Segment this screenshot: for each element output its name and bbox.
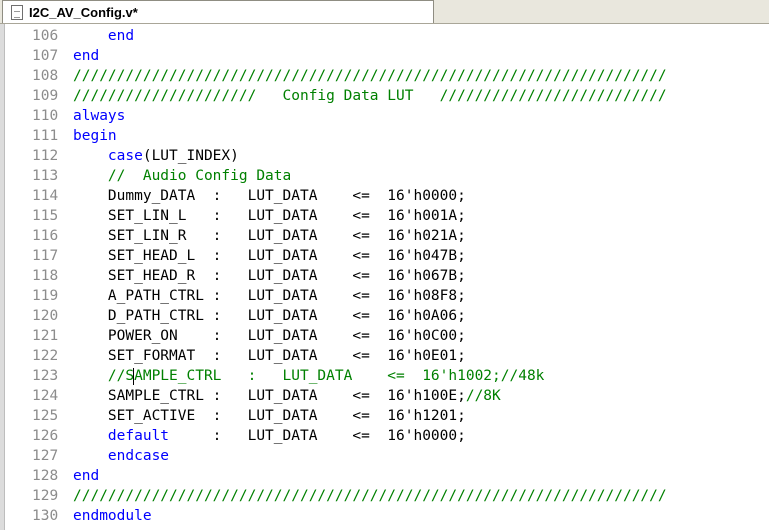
code-text: end xyxy=(73,468,100,484)
line-number: 123 xyxy=(32,368,59,384)
code-editor[interactable]: 106 end 107 end 108 ////////////////////////… xyxy=(0,24,769,530)
code-text: SET_HEAD_R : LUT_DATA <= 16'h067B; xyxy=(73,268,466,284)
code-text: D_PATH_CTRL : LUT_DATA <= 16'h0A06; xyxy=(73,308,466,324)
code-text-rest: : LUT_DATA <= 16'h0000; xyxy=(169,428,466,444)
code-text: // Audio Config Data xyxy=(73,168,292,184)
line-code: end xyxy=(73,46,99,66)
code-text: begin xyxy=(73,128,117,144)
code-text: SET_HEAD_L : LUT_DATA <= 16'h047B; xyxy=(73,248,466,264)
line-code: end xyxy=(73,466,99,486)
line-number: 109 xyxy=(32,88,59,104)
line-code: //SAMPLE_CTRL : LUT_DATA <= 16'h1002;//4… xyxy=(73,366,545,386)
line-number: 120 xyxy=(32,308,59,324)
line-number: 129 xyxy=(32,488,59,504)
line-number: 118 xyxy=(32,268,59,284)
line-code: SET_FORMAT : LUT_DATA <= 16'h0E01; xyxy=(73,346,466,366)
code-text-rest: (LUT_INDEX) xyxy=(142,148,239,164)
line-number: 106 xyxy=(32,28,59,44)
line-code: ///////////////////// Config Data LUT //… xyxy=(73,86,667,106)
line-code: SET_HEAD_R : LUT_DATA <= 16'h067B; xyxy=(73,266,466,286)
line-code: Dummy_DATA : LUT_DATA <= 16'h0000; xyxy=(73,186,466,206)
code-text: A_PATH_CTRL : LUT_DATA <= 16'h08F8; xyxy=(73,288,466,304)
code-text: default xyxy=(73,428,170,444)
code-text: ////////////////////////////////////////… xyxy=(73,488,667,504)
editor-margin xyxy=(0,24,5,530)
code-text: ///////////////////// Config Data LUT //… xyxy=(73,88,667,104)
code-text: SET_LIN_R : LUT_DATA <= 16'h021A; xyxy=(73,228,466,244)
line-number: 125 xyxy=(32,408,59,424)
tab-i2c-av-config[interactable]: I2C_AV_Config.v* xyxy=(2,0,434,23)
code-text: case xyxy=(73,148,143,164)
line-number: 116 xyxy=(32,228,59,244)
line-code: endmodule xyxy=(73,506,152,526)
line-code: SET_ACTIVE : LUT_DATA <= 16'h1201; xyxy=(73,406,466,426)
line-number: 108 xyxy=(32,68,59,84)
line-code: SET_HEAD_L : LUT_DATA <= 16'h047B; xyxy=(73,246,466,266)
line-code: default : LUT_DATA <= 16'h0000; xyxy=(73,426,466,446)
tab-bar: I2C_AV_Config.v* xyxy=(0,0,769,24)
line-number: 122 xyxy=(32,348,59,364)
line-number: 117 xyxy=(32,248,59,264)
line-number: 112 xyxy=(32,148,59,164)
line-code: // Audio Config Data xyxy=(73,166,291,186)
code-text: SET_ACTIVE : LUT_DATA <= 16'h1201; xyxy=(73,408,466,424)
line-code: endcase xyxy=(73,446,169,466)
line-number: 119 xyxy=(32,288,59,304)
line-code: SAMPLE_CTRL : LUT_DATA <= 16'h100E;//8K xyxy=(73,386,501,406)
line-number: 113 xyxy=(32,168,59,184)
code-comment: //8K xyxy=(465,388,501,404)
line-code: SET_LIN_R : LUT_DATA <= 16'h021A; xyxy=(73,226,466,246)
line-number: 115 xyxy=(32,208,59,224)
code-text: SET_FORMAT : LUT_DATA <= 16'h0E01; xyxy=(73,348,466,364)
code-text: endmodule xyxy=(73,508,152,524)
code-text: Dummy_DATA : LUT_DATA <= 16'h0000; xyxy=(73,188,466,204)
code-text: POWER_ON : LUT_DATA <= 16'h0C00; xyxy=(73,328,466,344)
line-number: 121 xyxy=(32,328,59,344)
line-code: end xyxy=(73,26,134,46)
line-number: 127 xyxy=(32,448,59,464)
code-text: end xyxy=(73,48,100,64)
line-code: ////////////////////////////////////////… xyxy=(73,486,667,506)
line-code: case(LUT_INDEX) xyxy=(73,146,239,166)
code-text: //SAMPLE_CTRL : LUT_DATA <= 16'h1002;//4… xyxy=(73,368,545,384)
line-code: ////////////////////////////////////////… xyxy=(73,66,667,86)
code-text: SAMPLE_CTRL : LUT_DATA <= 16'h100E; xyxy=(73,388,466,404)
line-code: begin xyxy=(73,126,117,146)
code-text: endcase xyxy=(73,448,170,464)
line-number: 128 xyxy=(32,468,59,484)
line-code: D_PATH_CTRL : LUT_DATA <= 16'h0A06; xyxy=(73,306,466,326)
line-code: A_PATH_CTRL : LUT_DATA <= 16'h08F8; xyxy=(73,286,466,306)
line-code: POWER_ON : LUT_DATA <= 16'h0C00; xyxy=(73,326,466,346)
tab-title: I2C_AV_Config.v* xyxy=(29,4,138,20)
line-code: always xyxy=(73,106,125,126)
code-text: always xyxy=(73,108,126,124)
code-text: SET_LIN_L : LUT_DATA <= 16'h001A; xyxy=(73,208,466,224)
line-number: 124 xyxy=(32,388,59,404)
line-number: 130 xyxy=(32,508,59,524)
text-cursor xyxy=(133,368,134,385)
line-number: 111 xyxy=(32,128,59,144)
code-text: end xyxy=(73,28,135,44)
line-number: 107 xyxy=(32,48,59,64)
line-number: 126 xyxy=(32,428,59,444)
line-number: 110 xyxy=(32,108,59,124)
line-number: 114 xyxy=(32,188,59,204)
file-icon xyxy=(11,4,23,20)
line-code: SET_LIN_L : LUT_DATA <= 16'h001A; xyxy=(73,206,466,226)
code-text: ////////////////////////////////////////… xyxy=(73,68,667,84)
